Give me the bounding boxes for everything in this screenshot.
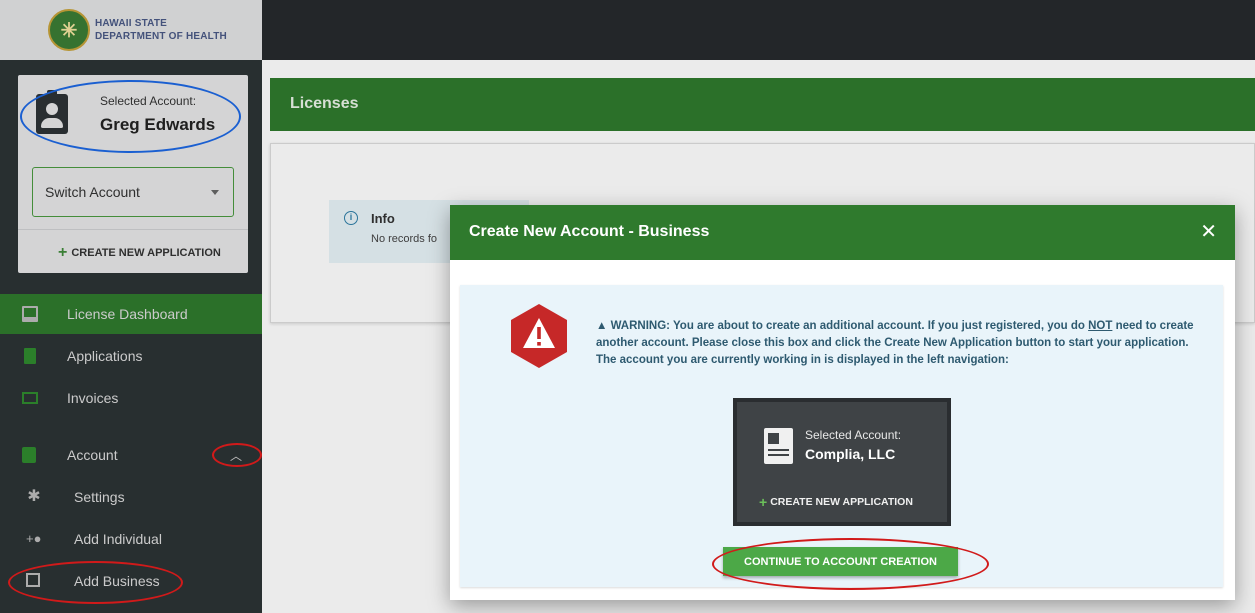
nav-invoices-label: Invoices — [67, 390, 119, 406]
logo-bar: ✳ HAWAII STATE DEPARTMENT OF HEALTH — [0, 0, 262, 60]
nav-settings[interactable]: ✱ Settings — [0, 477, 262, 517]
info-text: No records fo — [371, 233, 438, 245]
modal-title: Create New Account - Business — [469, 223, 710, 240]
nav-invoices[interactable]: Invoices — [0, 378, 262, 418]
nav-account-label: Account — [67, 447, 118, 463]
logo-text: HAWAII STATE DEPARTMENT OF HEALTH — [95, 17, 227, 43]
warning-text-not: NOT — [1088, 320, 1113, 332]
selected-account-card: Selected Account: Greg Edwards Switch Ac… — [18, 75, 248, 273]
add-user-icon: +● — [26, 531, 42, 546]
info-icon: i — [344, 211, 358, 225]
nav-add-business-label: Add Business — [74, 573, 160, 589]
nav-add-individual-label: Add Individual — [74, 531, 162, 547]
create-new-application-label: CREATE NEW APPLICATION — [71, 247, 221, 259]
preview-create-application: + CREATE NEW APPLICATION — [759, 494, 913, 510]
modal-header: Create New Account - Business ✕ — [450, 205, 1235, 260]
state-seal-logo: ✳ — [48, 9, 90, 51]
chevron-up-icon[interactable]: ︿ — [230, 447, 242, 464]
warning-text-part1: ▲ WARNING: You are about to create an ad… — [596, 320, 1089, 332]
preview-account-name: Complia, LLC — [805, 446, 896, 462]
create-new-application-button[interactable]: + CREATE NEW APPLICATION — [58, 244, 221, 262]
divider — [18, 229, 248, 230]
warning-text: ▲ WARNING: You are about to create an ad… — [596, 318, 1206, 369]
nav-add-individual[interactable]: +● Add Individual — [0, 519, 262, 559]
warning-hexagon-icon — [511, 304, 567, 368]
nav-license-dashboard[interactable]: License Dashboard — [0, 294, 262, 334]
document-icon — [24, 348, 36, 364]
nav-settings-label: Settings — [74, 489, 125, 505]
plus-icon: + — [58, 244, 68, 261]
switch-account-select[interactable]: Switch Account — [32, 167, 234, 217]
nav-license-dashboard-label: License Dashboard — [67, 306, 188, 322]
licenses-header: Licenses — [270, 78, 1255, 131]
switch-account-label: Switch Account — [45, 184, 140, 200]
logo-line2: DEPARTMENT OF HEALTH — [95, 31, 227, 42]
nav-applications[interactable]: Applications — [0, 336, 262, 376]
sidebar: ✳ HAWAII STATE DEPARTMENT OF HEALTH Sele… — [0, 0, 262, 613]
nav-add-business[interactable]: Add Business — [0, 561, 262, 601]
wallet-icon — [22, 447, 36, 463]
logo-line1: HAWAII STATE — [95, 18, 168, 29]
nav-applications-label: Applications — [67, 348, 143, 364]
building-icon — [26, 573, 40, 587]
info-title: Info — [371, 211, 395, 226]
id-card-icon — [764, 428, 793, 464]
selected-account-name: Greg Edwards — [100, 115, 216, 134]
create-account-modal: Create New Account - Business ✕ ▲ WARNIN… — [450, 205, 1235, 600]
close-icon[interactable]: ✕ — [1200, 219, 1217, 244]
invoice-icon — [22, 392, 38, 404]
monitor-icon — [22, 306, 38, 322]
continue-to-account-creation-button[interactable]: CONTINUE TO ACCOUNT CREATION — [723, 547, 958, 576]
preview-create-label: CREATE NEW APPLICATION — [770, 496, 913, 508]
gear-icon: ✱ — [27, 488, 41, 505]
id-badge-icon — [36, 90, 68, 134]
licenses-title: Licenses — [290, 95, 359, 112]
caret-down-icon — [211, 190, 219, 195]
nav-account[interactable]: Account ︿ — [0, 435, 262, 475]
current-account-preview: Selected Account: Complia, LLC + CREATE … — [733, 398, 951, 526]
selected-account-label: Selected Account: — [100, 94, 197, 108]
preview-account-label: Selected Account: — [805, 428, 902, 442]
plus-icon: + — [759, 494, 768, 510]
warning-panel: ▲ WARNING: You are about to create an ad… — [460, 285, 1223, 587]
top-bar — [262, 0, 1255, 60]
